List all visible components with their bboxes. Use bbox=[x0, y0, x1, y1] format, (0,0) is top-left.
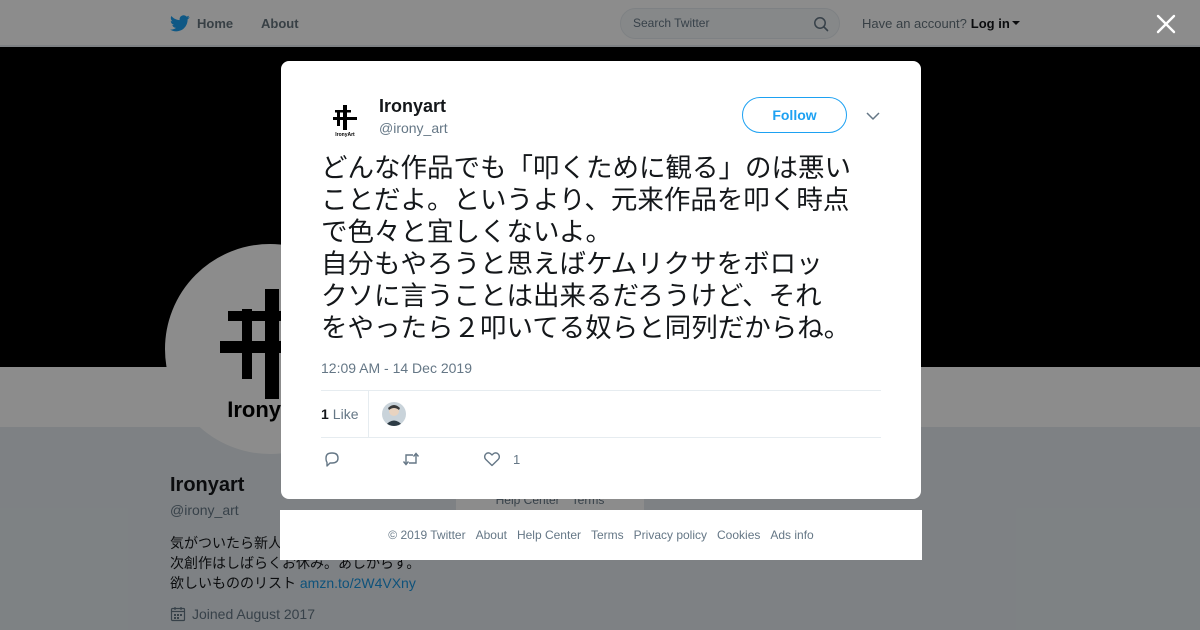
chevron-down-icon[interactable] bbox=[865, 108, 881, 124]
likes-label: Like bbox=[332, 406, 359, 422]
tweet-stats: 1 Like bbox=[321, 390, 881, 438]
retweet-icon bbox=[402, 452, 420, 466]
tweet-author-avatar[interactable]: IronyArt bbox=[321, 95, 369, 143]
footer-terms[interactable]: Terms bbox=[591, 528, 624, 542]
modal-footer: © 2019 Twitter About Help Center Terms P… bbox=[280, 510, 922, 560]
liker-avatar[interactable] bbox=[382, 402, 406, 426]
tweet-text-line: ことだよ。というより、元来作品を叩く時点 bbox=[321, 185, 850, 216]
tweet-actions: 1 bbox=[321, 449, 881, 469]
likes-count: 1 bbox=[321, 406, 329, 422]
tweet-text-line: クソに言うことは出来るだろうけど、それ bbox=[321, 281, 822, 312]
reply-button[interactable] bbox=[323, 449, 341, 469]
footer-cookies[interactable]: Cookies bbox=[717, 528, 760, 542]
tweet-text-line: どんな作品でも「叩くために観る」のは悪い bbox=[321, 153, 851, 184]
like-button[interactable]: 1 bbox=[483, 449, 520, 469]
heart-icon bbox=[483, 452, 501, 467]
footer-copyright: © 2019 Twitter bbox=[388, 528, 466, 542]
likes-stat[interactable]: 1 Like bbox=[321, 391, 370, 437]
footer-ads-info[interactable]: Ads info bbox=[770, 528, 813, 542]
tweet-author-name[interactable]: Ironyart bbox=[379, 96, 446, 117]
user-avatar-icon bbox=[382, 402, 406, 426]
footer-about[interactable]: About bbox=[476, 528, 507, 542]
tweet-text: どんな作品でも「叩くために観る」のは悪い ことだよ。というより、元来作品を叩く時… bbox=[321, 153, 891, 345]
svg-text:IronyArt: IronyArt bbox=[335, 132, 355, 138]
tweet-timestamp[interactable]: 12:09 AM - 14 Dec 2019 bbox=[321, 360, 472, 376]
footer-help-center[interactable]: Help Center bbox=[517, 528, 581, 542]
close-icon[interactable] bbox=[1154, 12, 1178, 36]
tweet-modal: IronyArt Ironyart @irony_art Follow どんな作… bbox=[281, 61, 921, 499]
tweet-author-handle[interactable]: @irony_art bbox=[379, 120, 448, 136]
footer-privacy[interactable]: Privacy policy bbox=[634, 528, 707, 542]
follow-button[interactable]: Follow bbox=[742, 97, 847, 133]
ironyart-logo-icon: IronyArt bbox=[321, 95, 369, 143]
tweet-text-line: をやったら２叩いてる奴らと同列だからね。 bbox=[321, 313, 851, 344]
tweet-text-line: で色々と宜しくないよ。 bbox=[321, 217, 612, 248]
like-action-count: 1 bbox=[513, 451, 521, 467]
reply-icon bbox=[325, 452, 339, 467]
tweet-text-line: 自分もやろうと思えばケムリクサをボロッ bbox=[321, 249, 823, 280]
retweet-button[interactable] bbox=[402, 449, 420, 469]
